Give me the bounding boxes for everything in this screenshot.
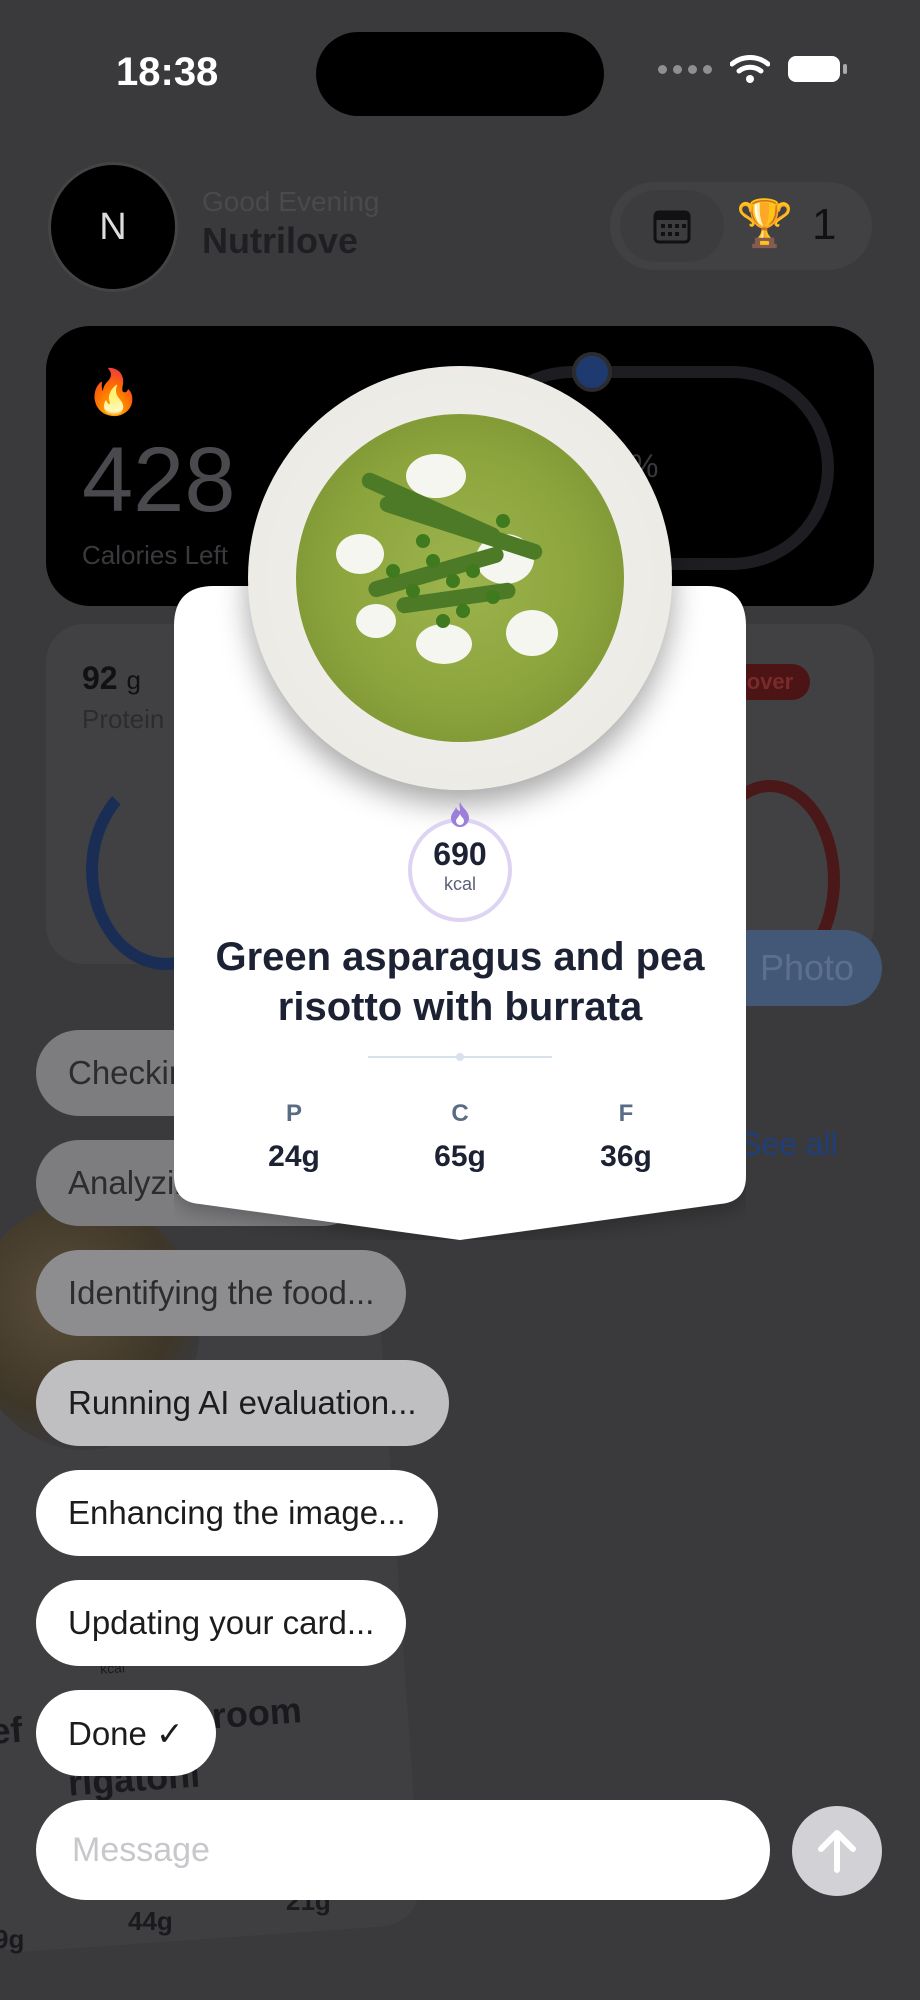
wifi-icon (730, 55, 770, 83)
flame-icon: 🔥 (86, 368, 141, 417)
calendar-icon (653, 210, 691, 244)
calories-left-label: Calories Left (82, 540, 228, 570)
greeting-text: Good Evening (202, 186, 380, 217)
calorie-progress-handle (572, 352, 612, 392)
message-input[interactable] (36, 1800, 770, 1900)
macro-carbs: C 65g (400, 1100, 520, 1174)
protein-value: 92 g (82, 660, 141, 696)
see-all-link[interactable]: See all (740, 1126, 838, 1163)
signal-dots-icon (658, 64, 712, 74)
kcal-unit: kcal (443, 874, 476, 894)
protein-label: Protein (82, 704, 165, 734)
calories-left-value: 428 (82, 429, 236, 531)
progress-step-enhancing: Enhancing the image... (36, 1470, 438, 1556)
status-time: 18:38 (116, 50, 219, 94)
progress-step-updating: Updating your card... (36, 1580, 407, 1666)
send-button[interactable] (792, 1806, 882, 1896)
macro-key: P (285, 1100, 302, 1127)
progress-step-identifying: Identifying the food... (36, 1250, 407, 1336)
background-macro-value: 44g (128, 1906, 173, 1936)
username: Nutrilove (202, 220, 359, 261)
macro-key: F (618, 1100, 634, 1127)
status-icons (658, 54, 847, 84)
macro-key: C (451, 1100, 469, 1127)
avatar[interactable]: N (48, 162, 178, 292)
dynamic-island (316, 32, 604, 116)
streak-count: 1 (812, 200, 837, 249)
progress-step-done: Done ✓ (36, 1690, 216, 1776)
macro-fat: F 36g (566, 1100, 686, 1174)
food-title: Green asparagus and pea risotto with bur… (215, 935, 705, 1029)
flame-icon (446, 800, 474, 828)
macro-value: 65g (434, 1140, 486, 1173)
background-macro-value: 9g (0, 1924, 25, 1954)
macro-value: 24g (268, 1140, 320, 1173)
macro-protein: P 24g (234, 1100, 354, 1174)
battery-icon (788, 56, 847, 82)
send-arrow-icon (818, 1830, 856, 1873)
trophy-icon: 🏆 (736, 197, 794, 249)
calendar-button[interactable] (620, 190, 724, 262)
kcal-value: 690 (433, 836, 487, 872)
divider-dot (456, 1053, 464, 1061)
food-photo (296, 414, 624, 742)
progress-step-evaluation: Running AI evaluation... (36, 1360, 449, 1446)
macro-value: 36g (600, 1140, 652, 1173)
